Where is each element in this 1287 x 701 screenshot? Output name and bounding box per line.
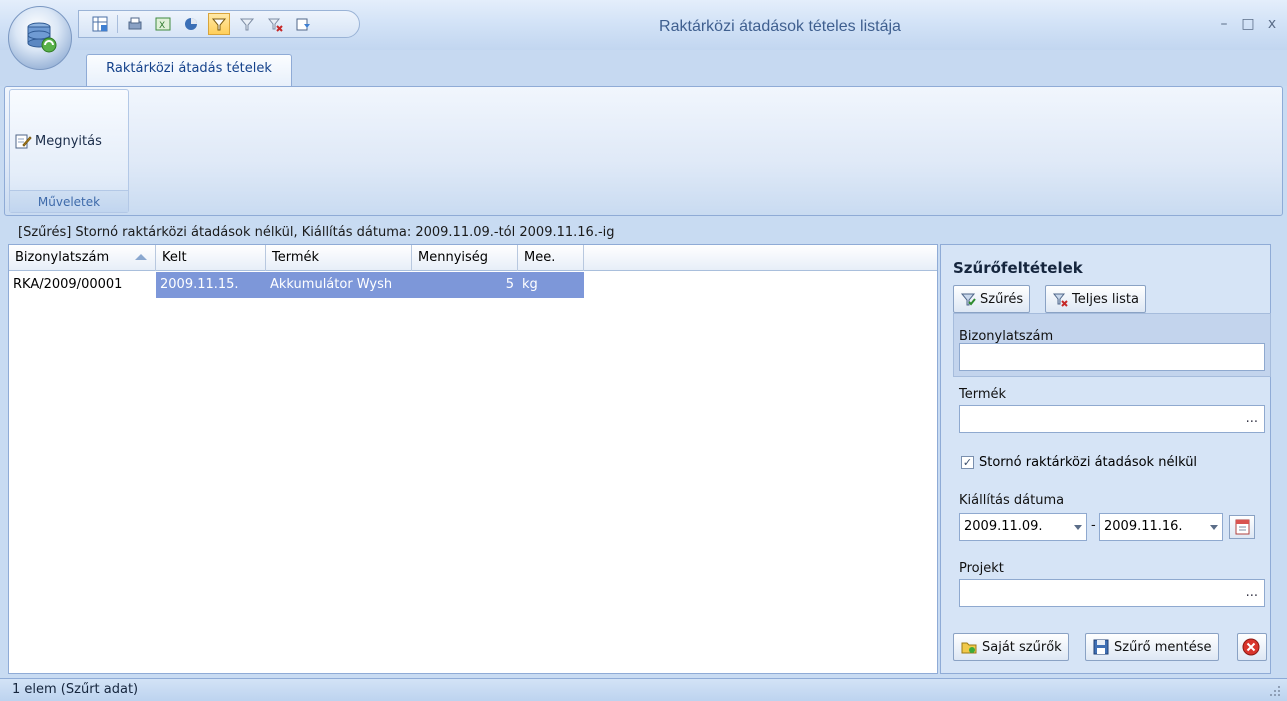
toolbar-separator bbox=[117, 15, 118, 33]
column-header-mennyiseg[interactable]: Mennyiség bbox=[412, 245, 518, 271]
column-header-kelt[interactable]: Kelt bbox=[156, 245, 266, 271]
calendar-icon bbox=[1235, 519, 1250, 535]
close-button[interactable]: x bbox=[1260, 16, 1284, 32]
group-label: Műveletek bbox=[10, 190, 128, 212]
delete-icon bbox=[1242, 638, 1260, 656]
date-to-picker[interactable]: 2009.11.16. bbox=[1099, 513, 1223, 541]
minimize-button[interactable]: – bbox=[1212, 16, 1236, 32]
storno-label: Stornó raktárközi átadások nélkül bbox=[979, 455, 1198, 470]
open-button-label: Megnyitás bbox=[35, 133, 102, 149]
checkbox-checked-icon: ✓ bbox=[961, 456, 974, 469]
issue-date-label: Kiállítás dátuma bbox=[959, 493, 1065, 508]
column-header-bizonylatszam[interactable]: Bizonylatszám bbox=[9, 245, 156, 271]
cell-mennyiseg[interactable]: 5 bbox=[412, 272, 518, 298]
ribbon: Megnyitás Műveletek bbox=[4, 86, 1283, 216]
date-range-separator: - bbox=[1091, 518, 1096, 533]
filter-panel: Szűrőfeltételek Szűrés Teljes lista Bizo… bbox=[940, 244, 1271, 674]
filter-icon[interactable] bbox=[208, 13, 230, 35]
chevron-down-icon[interactable] bbox=[1074, 525, 1082, 530]
save-filter-button[interactable]: Szűrő mentése bbox=[1085, 633, 1219, 661]
project-lookup-button[interactable]: ... bbox=[1246, 580, 1258, 606]
clear-filter-icon[interactable] bbox=[264, 13, 286, 35]
excel-export-icon[interactable]: X bbox=[152, 13, 174, 35]
full-list-button[interactable]: Teljes lista bbox=[1045, 285, 1146, 313]
database-sync-icon bbox=[27, 22, 57, 53]
maximize-button[interactable]: □ bbox=[1236, 16, 1260, 32]
quick-access-toolbar: X bbox=[78, 10, 360, 38]
column-header-termek[interactable]: Termék bbox=[266, 245, 412, 271]
refresh-icon[interactable] bbox=[292, 13, 314, 35]
cell-termek[interactable]: Akkumulátor Wysh bbox=[266, 272, 412, 298]
filter-button[interactable]: Szűrés bbox=[953, 285, 1031, 313]
chevron-down-icon[interactable] bbox=[1210, 525, 1218, 530]
print-icon[interactable] bbox=[124, 13, 146, 35]
panel-title: Szűrőfeltételek bbox=[953, 259, 1083, 277]
edit-document-icon bbox=[15, 134, 32, 149]
cell-kelt[interactable]: 2009.11.15. bbox=[156, 272, 266, 298]
clear-filter-icon bbox=[1052, 293, 1068, 307]
doc-number-input[interactable] bbox=[959, 343, 1265, 371]
folder-filter-icon bbox=[961, 642, 977, 654]
doc-number-label: Bizonylatszám bbox=[959, 329, 1054, 344]
table-row[interactable]: RKA/2009/00001 2009.11.15. Akkumulátor W… bbox=[9, 272, 584, 298]
filter-edit-icon[interactable] bbox=[236, 13, 258, 35]
chart-icon[interactable] bbox=[180, 13, 202, 35]
app-window: X Raktárközi átadások tételes listája – … bbox=[0, 0, 1287, 701]
tab-raktarkozi-atadas-tetelek[interactable]: Raktárközi átadás tételek bbox=[86, 54, 292, 86]
ribbon-group-muveletek: Megnyitás Műveletek bbox=[9, 89, 129, 213]
product-label: Termék bbox=[959, 387, 1007, 402]
svg-text:X: X bbox=[159, 21, 165, 31]
product-input[interactable]: ... bbox=[959, 405, 1265, 433]
delete-filter-button[interactable] bbox=[1237, 633, 1267, 661]
column-header-mee[interactable]: Mee. bbox=[518, 245, 584, 271]
own-filters-button[interactable]: Saját szűrők bbox=[953, 633, 1069, 661]
date-from-picker[interactable]: 2009.11.09. bbox=[959, 513, 1087, 541]
data-grid[interactable]: Bizonylatszám Kelt Termék Mennyiség Mee.… bbox=[8, 244, 938, 674]
ribbon-tab-row: Raktárközi átadás tételek bbox=[0, 50, 1287, 86]
project-input[interactable]: ... bbox=[959, 579, 1265, 607]
window-title: Raktárközi átadások tételes listája bbox=[659, 18, 901, 35]
project-label: Projekt bbox=[959, 561, 1004, 576]
cell-mee[interactable]: kg bbox=[518, 272, 584, 298]
grid-header: Bizonylatszám Kelt Termék Mennyiség Mee. bbox=[9, 245, 937, 271]
status-text: 1 elem (Szűrt adat) bbox=[12, 682, 139, 697]
product-lookup-button[interactable]: ... bbox=[1246, 406, 1258, 432]
open-button[interactable]: Megnyitás bbox=[14, 132, 102, 150]
save-icon bbox=[1093, 639, 1109, 655]
calendar-button[interactable] bbox=[1229, 515, 1255, 539]
filter-status-text: [Szűrés] Stornó raktárközi átadások nélk… bbox=[18, 225, 615, 240]
application-menu-button[interactable] bbox=[8, 6, 72, 70]
status-bar: 1 elem (Szűrt adat) bbox=[0, 678, 1287, 701]
filter-apply-icon bbox=[960, 293, 976, 306]
title-bar: X Raktárközi átadások tételes listája – … bbox=[0, 0, 1287, 50]
sort-ascending-icon bbox=[135, 254, 147, 260]
cell-bizonylatszam[interactable]: RKA/2009/00001 bbox=[9, 272, 156, 298]
storno-checkbox[interactable]: ✓ Stornó raktárközi átadások nélkül bbox=[961, 455, 1197, 470]
resize-grip-icon[interactable] bbox=[1269, 685, 1281, 697]
grid-view-icon[interactable] bbox=[89, 13, 111, 35]
